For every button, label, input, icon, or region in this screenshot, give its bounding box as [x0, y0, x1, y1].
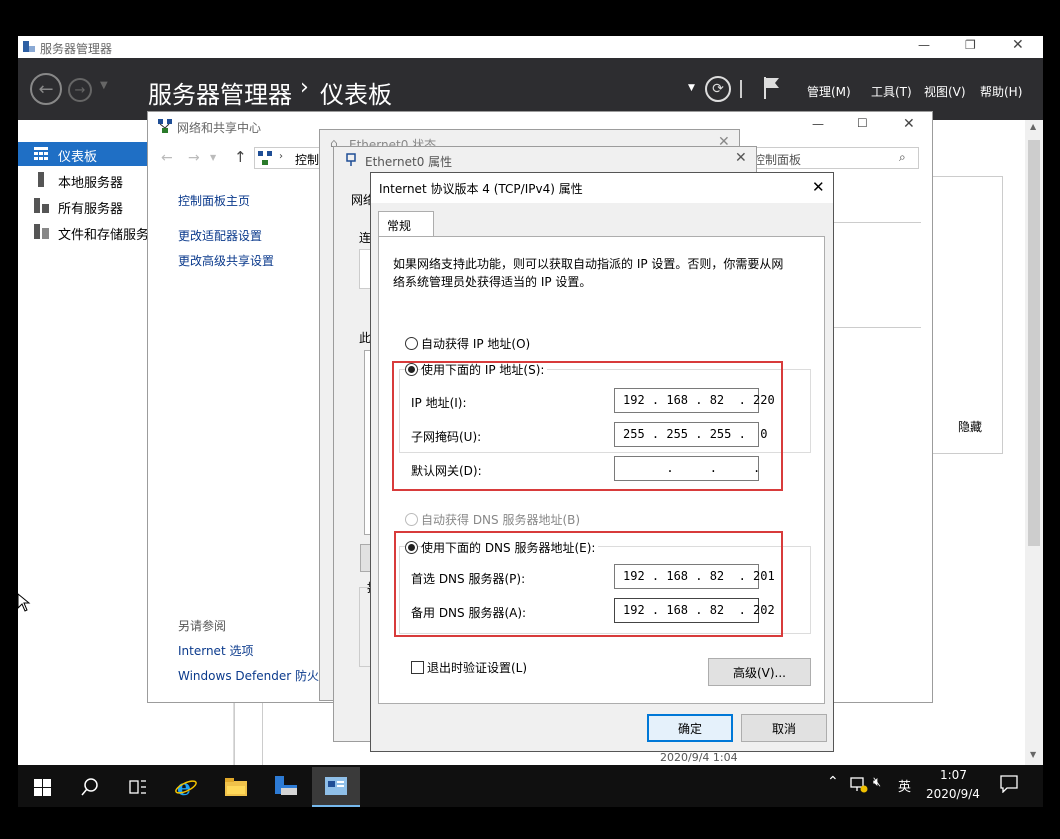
- task-view-icon[interactable]: [114, 767, 162, 807]
- network-tray-icon[interactable]: [850, 777, 868, 793]
- tab-general-label: 常规: [387, 219, 412, 233]
- header-app-name: 服务器管理器: [148, 81, 292, 109]
- search-placeholder: 控制面板: [753, 153, 802, 167]
- nsc-close-icon[interactable]: ✕: [903, 116, 915, 132]
- see-also-heading: 另请参阅: [178, 619, 227, 633]
- auto-ip-label[interactable]: 自动获得 IP 地址(O): [421, 335, 530, 352]
- sidebar-item-label: 文件和存储服务: [58, 228, 150, 243]
- mouse-cursor-icon: [17, 592, 31, 613]
- ipv4-titlebar: Internet 协议版本 4 (TCP/IPv4) 属性 ✕: [371, 173, 833, 203]
- validate-checkbox[interactable]: [411, 661, 424, 674]
- auto-dns-radio[interactable]: [405, 513, 418, 526]
- close-icon[interactable]: ✕: [1012, 37, 1024, 53]
- header-separator: ›: [300, 75, 309, 100]
- nsc-minimize-icon[interactable]: —: [812, 117, 824, 131]
- nsc-title: 网络和共享中心: [177, 121, 262, 135]
- scroll-up-icon[interactable]: ▲: [1030, 122, 1036, 131]
- ipv4-title: Internet 协议版本 4 (TCP/IPv4) 属性: [379, 182, 583, 196]
- ipv4-close-icon[interactable]: ✕: [812, 178, 825, 196]
- network-icon: [158, 119, 172, 133]
- volume-muted-icon[interactable]: 🔇︎: [873, 775, 881, 790]
- nav-dropdown-icon[interactable]: ▼: [210, 153, 216, 162]
- clock-time[interactable]: 1:07: [940, 768, 967, 782]
- menu-view[interactable]: 视图(V): [924, 83, 966, 100]
- refresh-icon[interactable]: ⟳: [705, 76, 731, 102]
- general-panel: 如果网络支持此功能，则可以获取自动指派的 IP 设置。否则，你需要从网 络系统管…: [378, 236, 825, 704]
- auto-dns-label[interactable]: 自动获得 DNS 服务器地址(B): [421, 511, 580, 528]
- defender-firewall-link[interactable]: Windows Defender 防火墙: [178, 667, 324, 684]
- sm-window-title: 服务器管理器: [40, 42, 113, 56]
- ok-button[interactable]: 确定: [647, 714, 733, 742]
- storage-icon: [34, 224, 49, 239]
- control-panel-home-link[interactable]: 控制面板主页: [178, 192, 250, 209]
- scroll-down-icon[interactable]: ▼: [1030, 750, 1036, 759]
- refresh-dropdown-icon[interactable]: ▼: [688, 83, 695, 93]
- nav-forward-icon[interactable]: →: [188, 150, 200, 166]
- sidebar-item-label: 本地服务器: [58, 176, 124, 191]
- nsc-maximize-icon[interactable]: ☐: [857, 116, 868, 130]
- eth-props-icon: [344, 153, 358, 167]
- nav-up-icon[interactable]: ↑: [234, 148, 247, 166]
- servers-icon: [34, 198, 49, 213]
- address-text: 控制: [295, 153, 320, 167]
- notifications-flag-icon[interactable]: [763, 76, 781, 100]
- network-connections-taskbar-icon[interactable]: [312, 767, 360, 807]
- ime-indicator[interactable]: 英: [898, 776, 911, 795]
- internet-explorer-icon[interactable]: e: [162, 767, 210, 807]
- restore-icon[interactable]: ❐: [965, 38, 976, 52]
- back-icon[interactable]: ←: [30, 73, 62, 105]
- server-icon: [38, 172, 44, 187]
- header-divider: [740, 80, 742, 98]
- file-explorer-icon[interactable]: [212, 767, 260, 807]
- address-bar[interactable]: › 控制: [254, 147, 329, 169]
- change-adapter-settings-link[interactable]: 更改适配器设置: [178, 227, 262, 244]
- action-center-icon[interactable]: [1000, 775, 1018, 794]
- internet-options-link[interactable]: Internet 选项: [178, 642, 253, 659]
- eth-props-close-icon[interactable]: ✕: [735, 150, 747, 166]
- show-hidden-icons-icon[interactable]: ⌃: [827, 774, 839, 790]
- ipv4-properties-dialog: Internet 协议版本 4 (TCP/IPv4) 属性 ✕ 常规 如果网络支…: [370, 172, 834, 752]
- ip-highlight-box: [392, 361, 783, 491]
- menu-help[interactable]: 帮助(H): [980, 83, 1022, 100]
- dashboard-icon: [34, 147, 48, 160]
- timestamp-text: 2020/9/4 1:04: [660, 751, 738, 764]
- menu-tools[interactable]: 工具(T): [871, 83, 912, 100]
- sidebar-item-label: 所有服务器: [58, 202, 124, 217]
- minimize-icon[interactable]: —: [918, 38, 930, 52]
- search-icon[interactable]: ⌕: [899, 150, 906, 165]
- start-button[interactable]: [18, 767, 66, 807]
- sidebar-item-label: 仪表板: [58, 150, 98, 165]
- vertical-scrollbar[interactable]: ▲ ▼: [1025, 120, 1043, 765]
- menu-manage[interactable]: 管理(M): [807, 83, 851, 100]
- eth-props-title: Ethernet0 属性: [365, 155, 453, 169]
- windows-logo-icon: [33, 778, 51, 796]
- search-box[interactable]: 控制面板 ⌕: [746, 147, 919, 169]
- server-manager-icon: [22, 40, 36, 54]
- sm-titlebar: 服务器管理器 — ❐ ✕: [18, 36, 1043, 58]
- cancel-button[interactable]: 取消: [741, 714, 827, 742]
- dashboard-lower-pane: [234, 696, 235, 765]
- auto-ip-radio[interactable]: [405, 337, 418, 350]
- address-chevron-icon: ›: [279, 151, 283, 162]
- change-advanced-sharing-link[interactable]: 更改高级共享设置: [178, 252, 274, 269]
- dns-highlight-box: [394, 531, 783, 637]
- scroll-thumb[interactable]: [1028, 140, 1040, 546]
- page-title: 仪表板: [320, 81, 392, 109]
- intro-text-line1: 如果网络支持此功能，则可以获取自动指派的 IP 设置。否则，你需要从网: [393, 257, 784, 271]
- validate-label[interactable]: 退出时验证设置(L): [427, 659, 527, 676]
- advanced-button[interactable]: 高级(V)...: [708, 658, 811, 686]
- nav-back-icon[interactable]: ←: [161, 150, 173, 166]
- tab-general[interactable]: 常规: [378, 211, 434, 237]
- hide-link[interactable]: 隐藏: [958, 418, 982, 435]
- server-manager-taskbar-icon[interactable]: [262, 767, 310, 807]
- address-network-icon: [258, 151, 272, 165]
- intro-text-line2: 络系统管理员处获得适当的 IP 设置。: [393, 275, 592, 289]
- clock-date[interactable]: 2020/9/4: [926, 787, 980, 801]
- taskbar-search-icon[interactable]: [66, 767, 114, 807]
- history-dropdown-icon[interactable]: ▼: [100, 80, 108, 91]
- forward-icon[interactable]: →: [68, 78, 92, 102]
- dashboard-lower-pane-2: [262, 696, 263, 765]
